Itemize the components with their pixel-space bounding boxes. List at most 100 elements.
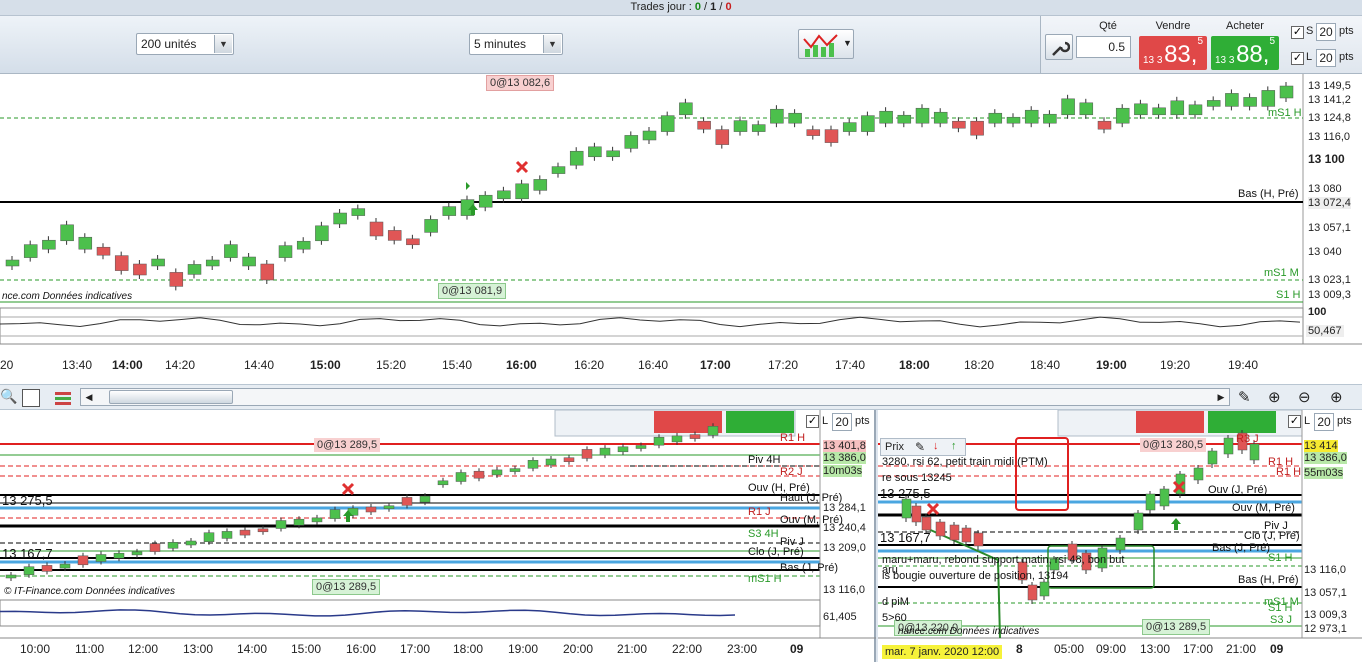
bear-candle <box>365 506 377 513</box>
entry-marker <box>466 182 470 190</box>
trades-label: Trades jour : <box>630 1 695 13</box>
bull-candle <box>599 447 611 456</box>
bull-candle <box>242 256 256 267</box>
time-label: 8 <box>1016 642 1023 656</box>
bear-candle <box>260 263 275 281</box>
bear-candle <box>935 521 946 537</box>
note-line: 5>60 <box>882 612 907 624</box>
interval-value: 5 minutes <box>474 37 527 51</box>
bull-candle <box>642 130 657 141</box>
horizontal-scrollbar[interactable]: ◀ ▶ <box>80 388 1230 406</box>
buy-button[interactable]: 13 3 88,5 <box>1211 36 1279 70</box>
secondary-chart-right[interactable]: Prix ✎ ↓ ↑ 0@13 280,5 0@13 289,5 0@13 22… <box>878 410 1362 662</box>
bull-candle <box>1225 93 1239 107</box>
sell-button[interactable]: 13 3 83,5 <box>1139 36 1207 70</box>
pts-unit: pts <box>1339 25 1354 37</box>
bull-candle <box>1188 104 1203 116</box>
mini-limit-checkbox[interactable]: ✓ <box>1288 415 1301 428</box>
chevron-down-icon[interactable]: ▼ <box>843 38 852 48</box>
table-icon[interactable] <box>22 389 40 407</box>
mini-pts-input[interactable]: 20 <box>1314 413 1334 431</box>
bull-candle <box>497 190 511 200</box>
wrench-icon <box>1052 41 1070 56</box>
bull-candle <box>879 110 893 124</box>
scroll-thumb[interactable] <box>109 390 233 404</box>
units-select[interactable]: 200 unités ▼ <box>136 33 234 55</box>
scroll-right-icon[interactable]: ▶ <box>1215 391 1227 403</box>
bull-candle <box>624 135 639 149</box>
order-tag-bottom[interactable]: 0@13 289,5 <box>1142 619 1211 635</box>
qty-input[interactable]: 0.5 <box>1076 36 1131 58</box>
price-label: 13 141,2 <box>1308 94 1351 106</box>
bull-candle <box>606 150 620 158</box>
bull-candle <box>617 446 629 453</box>
time-label: 18:40 <box>1030 358 1061 372</box>
left-chart-canvas[interactable] <box>0 410 876 662</box>
mini-limit-checkbox[interactable]: ✓ <box>806 415 819 428</box>
bull-candle <box>437 480 449 486</box>
zoom-fit-icon[interactable]: ⊕ <box>1268 388 1281 406</box>
bear-candle <box>949 524 960 541</box>
qty-label: Qté <box>1099 20 1117 32</box>
level-label-high: 13 275,5 <box>880 486 931 501</box>
main-chart-canvas[interactable] <box>0 74 1362 384</box>
order-tag-top[interactable]: 0@13 289,5 <box>314 438 381 452</box>
bear-candle <box>973 532 984 547</box>
bull-candle <box>131 551 143 556</box>
price-label: 10m03s <box>823 465 863 477</box>
settings-wrench-button[interactable] <box>1045 34 1073 60</box>
time-label: 14:00 <box>237 642 268 656</box>
chevron-down-icon[interactable]: ▼ <box>214 35 232 53</box>
main-price-chart[interactable]: 0@13 082,6 0@13 081,9 nce.com Données in… <box>0 74 1362 384</box>
level-label: R2 J <box>780 466 803 478</box>
limit-pts-input[interactable]: 20 <box>1316 49 1336 67</box>
bull-candle <box>842 122 857 132</box>
stop-pts-input[interactable]: 20 <box>1316 23 1336 41</box>
interval-select[interactable]: 5 minutes ▼ <box>469 33 563 55</box>
draw-tool-icon[interactable]: ✎ <box>1238 388 1251 406</box>
time-label: 16:00 <box>506 358 537 372</box>
bear-candle <box>133 263 147 276</box>
bear-candle <box>697 120 711 130</box>
order-tag-top[interactable]: 0@13 280,5 <box>1140 438 1207 452</box>
level-label: Clo (J, Pré) <box>748 546 804 558</box>
sell-arrow-icon[interactable]: ↓ <box>933 440 939 452</box>
bull-candle <box>491 469 503 476</box>
scroll-left-icon[interactable]: ◀ <box>83 391 95 403</box>
zoom-in-icon[interactable]: ⊕ <box>1330 388 1343 406</box>
order-tag-top[interactable]: 0@13 082,6 <box>486 75 555 91</box>
bear-candle <box>952 120 966 129</box>
indicator-button[interactable]: ▼ <box>798 29 854 59</box>
bull-candle <box>733 120 748 132</box>
secondary-chart-left[interactable]: 0@13 289,5 0@13 289,5 © IT-Finance.com D… <box>0 410 876 662</box>
bear-candle <box>715 129 730 145</box>
order-tag-bottom[interactable]: 0@13 081,9 <box>438 283 507 299</box>
price-label: 13 149,5 <box>1308 80 1351 92</box>
stop-checkbox[interactable]: ✓ <box>1291 26 1304 39</box>
time-label: 17:40 <box>835 358 866 372</box>
bull-candle <box>653 436 665 446</box>
zoom-icon[interactable]: 🔍 <box>0 388 17 406</box>
bull-candle <box>315 225 329 242</box>
bars-icon[interactable] <box>54 389 72 407</box>
time-label: 19:40 <box>1228 358 1259 372</box>
order-tag-bottom[interactable]: 0@13 289,5 <box>312 579 381 595</box>
time-label: 18:20 <box>964 358 995 372</box>
zoom-out-icon[interactable]: ⊖ <box>1298 388 1311 406</box>
price-label: 13 023,1 <box>1308 274 1351 286</box>
wrench-icon[interactable]: ✎ <box>915 440 925 454</box>
buy-price-sup: 5 <box>1269 36 1275 47</box>
time-label: 20:00 <box>563 642 594 656</box>
limit-checkbox[interactable]: ✓ <box>1291 52 1304 65</box>
bull-candle <box>221 531 233 539</box>
price-label: 13 116,0 <box>1304 564 1347 576</box>
chevron-down-icon[interactable]: ▼ <box>543 35 561 53</box>
price-label: 13 072,4 <box>1308 197 1351 209</box>
bull-candle <box>60 224 74 242</box>
bull-candle <box>901 498 912 519</box>
level-label: Clo (J, Pré) <box>1244 530 1300 542</box>
bull-candle <box>383 505 395 509</box>
mini-pts-input[interactable]: 20 <box>832 413 852 431</box>
level-label: Piv 4H <box>748 454 781 466</box>
buy-arrow-icon[interactable]: ↑ <box>951 440 957 452</box>
